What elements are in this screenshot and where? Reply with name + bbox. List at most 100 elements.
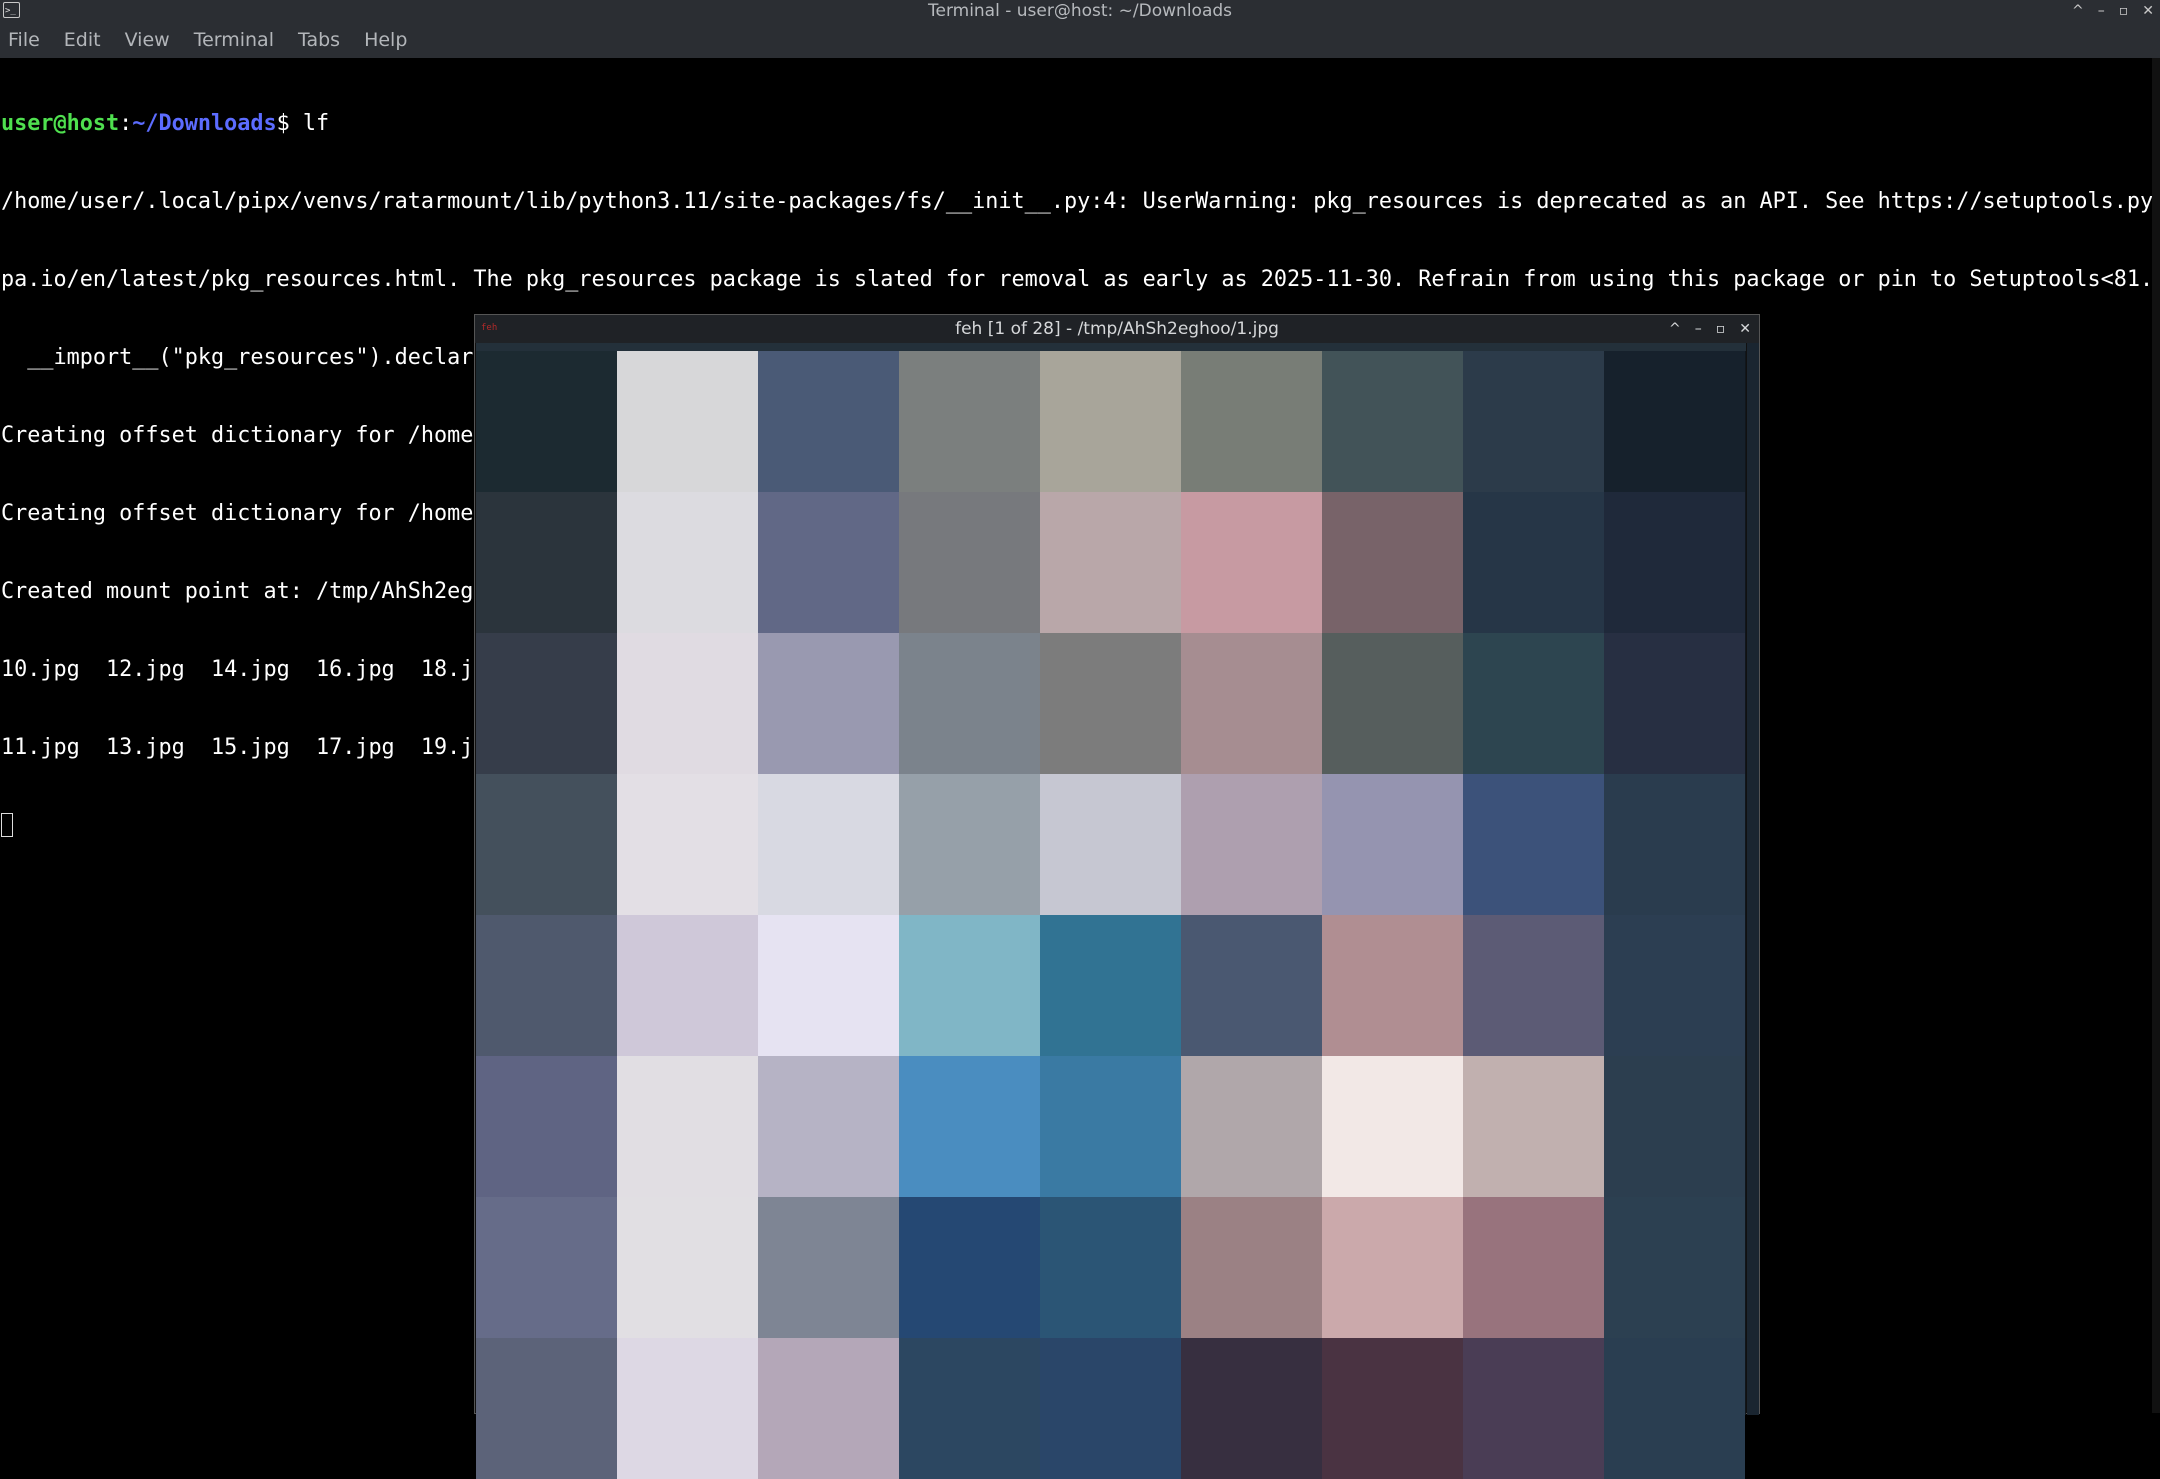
image-pixel-block	[1463, 915, 1604, 1056]
terminal-app-icon: >_	[3, 2, 20, 18]
terminal-title-bar: >_ Terminal - user@host: ~/Downloads ^ –…	[0, 0, 2160, 22]
image-pixel-block	[1604, 492, 1745, 633]
image-pixel-block	[476, 633, 617, 774]
image-pixel-block	[617, 1338, 758, 1479]
menu-view[interactable]: View	[125, 29, 170, 51]
image-pixel-block	[1040, 1056, 1181, 1197]
image-pixel-block	[758, 915, 899, 1056]
terminal-menu-bar: File Edit View Terminal Tabs Help	[0, 22, 2160, 58]
image-pixel-block	[1322, 915, 1463, 1056]
image-pixel-block	[1181, 492, 1322, 633]
image-pixel-block	[1604, 633, 1745, 774]
feh-image-edge	[1747, 343, 1759, 1415]
image-pixel-block	[476, 774, 617, 915]
image-pixel-block	[617, 633, 758, 774]
feh-window-title: feh [1 of 28] - /tmp/AhSh2eghoo/1.jpg	[955, 319, 1279, 339]
terminal-keep-above-icon[interactable]: ^	[2072, 3, 2084, 19]
feh-image-canvas[interactable]	[476, 343, 1746, 1479]
feh-title-bar: feh feh [1 of 28] - /tmp/AhSh2eghoo/1.jp…	[475, 315, 1759, 343]
menu-file[interactable]: File	[8, 29, 40, 51]
image-pixel-block	[899, 351, 1040, 492]
image-pixel-block	[1040, 1197, 1181, 1338]
image-pixel-block	[476, 915, 617, 1056]
prompt-path: ~/Downloads	[132, 111, 277, 136]
image-pixel-block	[758, 492, 899, 633]
image-pixel-block	[1463, 774, 1604, 915]
image-pixel-block	[1463, 1056, 1604, 1197]
image-pixel-block	[1463, 1338, 1604, 1479]
image-pixel-block	[1463, 492, 1604, 633]
image-pixel-block	[758, 1197, 899, 1338]
image-pixel-block	[899, 915, 1040, 1056]
image-pixel-block	[1322, 774, 1463, 915]
image-pixel-block	[476, 1056, 617, 1197]
image-pixel-block	[899, 774, 1040, 915]
menu-tabs[interactable]: Tabs	[298, 29, 340, 51]
image-pixel-block	[899, 492, 1040, 633]
image-pixel-block	[1463, 1197, 1604, 1338]
terminal-maximize-icon[interactable]: ▫	[2119, 3, 2129, 19]
image-pixel-block	[1040, 1338, 1181, 1479]
feh-keep-above-icon[interactable]: ^	[1669, 321, 1681, 337]
image-pixel-block	[476, 1338, 617, 1479]
menu-edit[interactable]: Edit	[64, 29, 101, 51]
output-line-warning-1: /home/user/.local/pipx/venvs/ratarmount/…	[1, 189, 2154, 214]
pixelated-image	[476, 351, 1745, 1479]
image-pixel-block	[1604, 1338, 1745, 1479]
image-pixel-block	[617, 351, 758, 492]
image-pixel-block	[1322, 492, 1463, 633]
image-pixel-block	[617, 1056, 758, 1197]
image-pixel-block	[617, 915, 758, 1056]
image-pixel-block	[758, 774, 899, 915]
terminal-window-title: Terminal - user@host: ~/Downloads	[927, 1, 1233, 21]
image-pixel-block	[1322, 1197, 1463, 1338]
image-pixel-block	[617, 1197, 758, 1338]
image-pixel-block	[758, 351, 899, 492]
feh-logo-icon: feh	[481, 323, 498, 333]
image-pixel-block	[1040, 351, 1181, 492]
prompt-line: user@host:~/Downloads$ lf	[1, 111, 2153, 137]
image-pixel-block	[899, 1197, 1040, 1338]
image-pixel-block	[1604, 1197, 1745, 1338]
image-top-strip	[476, 343, 1746, 351]
feh-maximize-icon[interactable]: ▫	[1716, 321, 1726, 337]
image-pixel-block	[1040, 774, 1181, 915]
image-pixel-block	[899, 633, 1040, 774]
image-pixel-block	[1322, 1338, 1463, 1479]
image-pixel-block	[1181, 1056, 1322, 1197]
image-pixel-block	[1604, 351, 1745, 492]
image-pixel-block	[1181, 633, 1322, 774]
image-pixel-block	[1181, 1197, 1322, 1338]
image-pixel-block	[1040, 633, 1181, 774]
image-pixel-block	[476, 492, 617, 633]
output-line-warning-2: pa.io/en/latest/pkg_resources.html. The …	[1, 267, 2154, 292]
feh-close-icon[interactable]: ✕	[1739, 321, 1751, 337]
image-pixel-block	[1181, 915, 1322, 1056]
image-pixel-block	[476, 1197, 617, 1338]
prompt-user: user@host	[1, 111, 120, 136]
prompt-command: lf	[302, 111, 330, 136]
terminal-scrollbar[interactable]	[2152, 58, 2160, 1413]
terminal-cursor	[1, 813, 13, 837]
image-pixel-block	[1463, 351, 1604, 492]
terminal-window-controls: ^ – ▫ ✕	[2072, 0, 2154, 22]
image-pixel-block	[1181, 351, 1322, 492]
image-pixel-block	[1322, 1056, 1463, 1197]
image-pixel-block	[1322, 351, 1463, 492]
feh-window[interactable]: feh feh [1 of 28] - /tmp/AhSh2eghoo/1.jp…	[474, 314, 1760, 1479]
image-pixel-block	[899, 1338, 1040, 1479]
image-pixel-block	[1040, 915, 1181, 1056]
feh-minimize-icon[interactable]: –	[1695, 321, 1702, 337]
image-pixel-block	[758, 1056, 899, 1197]
image-pixel-block	[1463, 633, 1604, 774]
prompt-dollar: $	[276, 111, 303, 136]
terminal-close-icon[interactable]: ✕	[2142, 3, 2154, 19]
terminal-minimize-icon[interactable]: –	[2098, 3, 2105, 19]
image-pixel-block	[899, 1056, 1040, 1197]
image-pixel-block	[1604, 1056, 1745, 1197]
image-pixel-block	[1604, 774, 1745, 915]
feh-window-controls: ^ – ▫ ✕	[1669, 315, 1751, 343]
menu-help[interactable]: Help	[364, 29, 407, 51]
image-pixel-block	[1040, 492, 1181, 633]
menu-terminal[interactable]: Terminal	[194, 29, 274, 51]
